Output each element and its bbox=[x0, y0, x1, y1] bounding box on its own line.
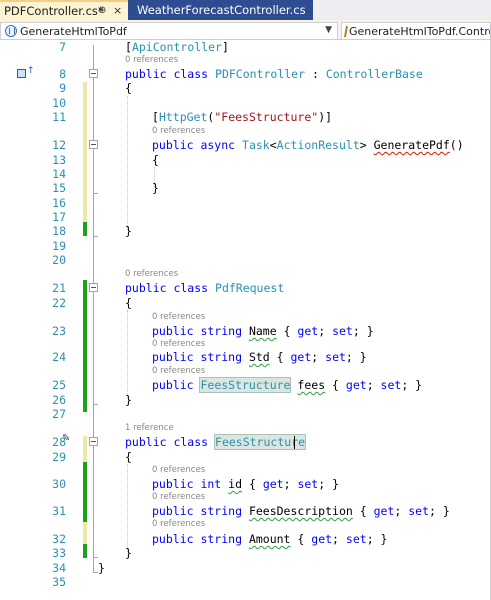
line-number: 16 bbox=[52, 196, 66, 210]
chevron-down-icon: ▼ bbox=[325, 25, 332, 35]
collapse-toggle-pdfcontroller[interactable] bbox=[89, 69, 98, 78]
project-dropdown[interactable]: GenerateHtmlToPdf ▼ bbox=[0, 22, 338, 40]
codelens-references[interactable]: 1 reference bbox=[125, 423, 174, 433]
line-number: 17 bbox=[52, 210, 66, 224]
type-dropdown-value: GenerateHtmlToPdf.Controll bbox=[349, 24, 491, 38]
change-bar-unsaved bbox=[83, 522, 87, 544]
line-number: 33 bbox=[52, 546, 66, 560]
csharp-project-icon bbox=[5, 25, 17, 37]
codelens-references[interactable]: 0 references bbox=[152, 339, 205, 349]
line-number: 8 bbox=[59, 67, 66, 81]
code-line-34[interactable]: } bbox=[98, 561, 105, 575]
outline-end bbox=[93, 236, 98, 237]
line-number: 13 bbox=[52, 153, 66, 167]
line-number: 29 bbox=[52, 450, 66, 464]
line-number: 35 bbox=[52, 575, 66, 589]
line-number: 18 bbox=[52, 224, 66, 238]
line-number: 28 bbox=[52, 435, 66, 449]
code-line-29[interactable]: { bbox=[125, 450, 132, 464]
line-number: 7 bbox=[59, 40, 66, 54]
line-number: 22 bbox=[52, 296, 66, 310]
codelens-references[interactable]: 0 references bbox=[152, 312, 205, 322]
line-number: 31 bbox=[52, 504, 66, 518]
code-line-21[interactable]: public class PdfRequest bbox=[125, 281, 284, 295]
code-line-18[interactable]: } bbox=[125, 224, 132, 238]
code-line-31[interactable]: public string FeesDescription { get; set… bbox=[152, 504, 450, 518]
line-number: 24 bbox=[52, 350, 66, 364]
line-number: 26 bbox=[52, 393, 66, 407]
project-dropdown-value: GenerateHtmlToPdf bbox=[20, 24, 127, 38]
change-bar-saved bbox=[83, 462, 87, 522]
outline-line bbox=[93, 45, 94, 573]
indent-guide bbox=[127, 464, 128, 552]
navigation-bar: GenerateHtmlToPdf ▼ GenerateHtmlToPdf.Co… bbox=[0, 22, 491, 40]
line-number: 32 bbox=[52, 532, 66, 546]
codelens-references[interactable]: 0 references bbox=[152, 465, 205, 475]
change-bar-unsaved bbox=[83, 436, 87, 462]
document-tab-strip: PDFController.cs* ⊕ × WeatherForecastCon… bbox=[0, 0, 491, 20]
line-number: 20 bbox=[52, 253, 66, 267]
text-caret bbox=[294, 436, 295, 449]
pin-icon[interactable]: ⊕ bbox=[98, 5, 106, 16]
line-number: 9 bbox=[59, 81, 66, 95]
line-number: 25 bbox=[52, 378, 66, 392]
code-line-33[interactable]: } bbox=[125, 546, 132, 560]
collapse-toggle-generatepdf[interactable] bbox=[89, 140, 98, 149]
code-line-26[interactable]: } bbox=[125, 393, 132, 407]
outline-end bbox=[93, 557, 98, 558]
type-dropdown[interactable]: GenerateHtmlToPdf.Controll bbox=[341, 22, 491, 40]
line-number: 11 bbox=[52, 110, 66, 124]
code-line-13[interactable]: { bbox=[152, 153, 159, 167]
codelens-references[interactable]: 0 references bbox=[152, 126, 205, 136]
outline-end bbox=[93, 193, 98, 194]
code-line-9[interactable]: { bbox=[125, 81, 132, 95]
line-number: 12 bbox=[52, 138, 66, 152]
line-number: 19 bbox=[52, 239, 66, 253]
indent-guide bbox=[127, 96, 128, 230]
line-number: 23 bbox=[52, 324, 66, 338]
line-number: 14 bbox=[52, 167, 66, 181]
code-line-8[interactable]: public class PDFController : ControllerB… bbox=[125, 67, 423, 81]
line-number: 10 bbox=[52, 96, 66, 110]
change-bar-saved bbox=[83, 544, 87, 558]
namespace-icon bbox=[344, 25, 348, 37]
code-line-24[interactable]: public string Std { get; set; } bbox=[152, 350, 367, 364]
tab-label: WeatherForecastController.cs bbox=[137, 3, 306, 17]
code-line-30[interactable]: public int id { get; set; } bbox=[152, 477, 339, 491]
code-line-7[interactable]: [ApiController] bbox=[125, 40, 229, 54]
tab-label: PDFController.cs* bbox=[4, 4, 104, 18]
codelens-references[interactable]: 0 references bbox=[152, 519, 205, 529]
tab-weatherforecastcontroller[interactable]: WeatherForecastController.cs bbox=[128, 0, 313, 20]
line-number: 21 bbox=[52, 281, 66, 295]
codelens-references[interactable]: 0 references bbox=[152, 492, 205, 502]
codelens-references[interactable]: 0 references bbox=[152, 366, 205, 376]
code-line-11[interactable]: [HttpGet("FeesStructure")] bbox=[152, 110, 332, 124]
line-number: 27 bbox=[52, 407, 66, 421]
code-line-12[interactable]: public async Task<ActionResult> Generate… bbox=[152, 138, 464, 152]
code-line-28[interactable]: public class FeesStructure bbox=[125, 434, 307, 450]
change-bar-saved bbox=[83, 222, 87, 236]
codelens-references[interactable]: 0 references bbox=[125, 55, 178, 65]
change-bar-unsaved bbox=[83, 82, 87, 222]
tab-pdfcontroller[interactable]: PDFController.cs* ⊕ × bbox=[0, 0, 128, 20]
line-number: 15 bbox=[52, 181, 66, 195]
code-line-22[interactable]: { bbox=[125, 296, 132, 310]
change-bar-saved bbox=[83, 280, 87, 412]
code-line-23[interactable]: public string Name { get; set; } bbox=[152, 324, 374, 338]
indent-guide bbox=[127, 310, 128, 398]
outline-end bbox=[93, 404, 98, 405]
line-number: 34 bbox=[52, 561, 66, 575]
collapse-toggle-feesstructure[interactable] bbox=[89, 437, 98, 446]
code-line-25[interactable]: public FeesStructure fees { get; set; } bbox=[152, 377, 422, 393]
code-line-32[interactable]: public string Amount { get; set; } bbox=[152, 532, 387, 546]
codelens-references[interactable]: 0 references bbox=[125, 269, 178, 279]
line-number: 30 bbox=[52, 477, 66, 491]
collapse-toggle-pdfrequest[interactable] bbox=[89, 283, 98, 292]
code-line-15[interactable]: } bbox=[152, 181, 159, 195]
implementation-glyph-icon[interactable]: ↑ bbox=[17, 66, 35, 79]
close-icon[interactable]: × bbox=[113, 4, 122, 17]
